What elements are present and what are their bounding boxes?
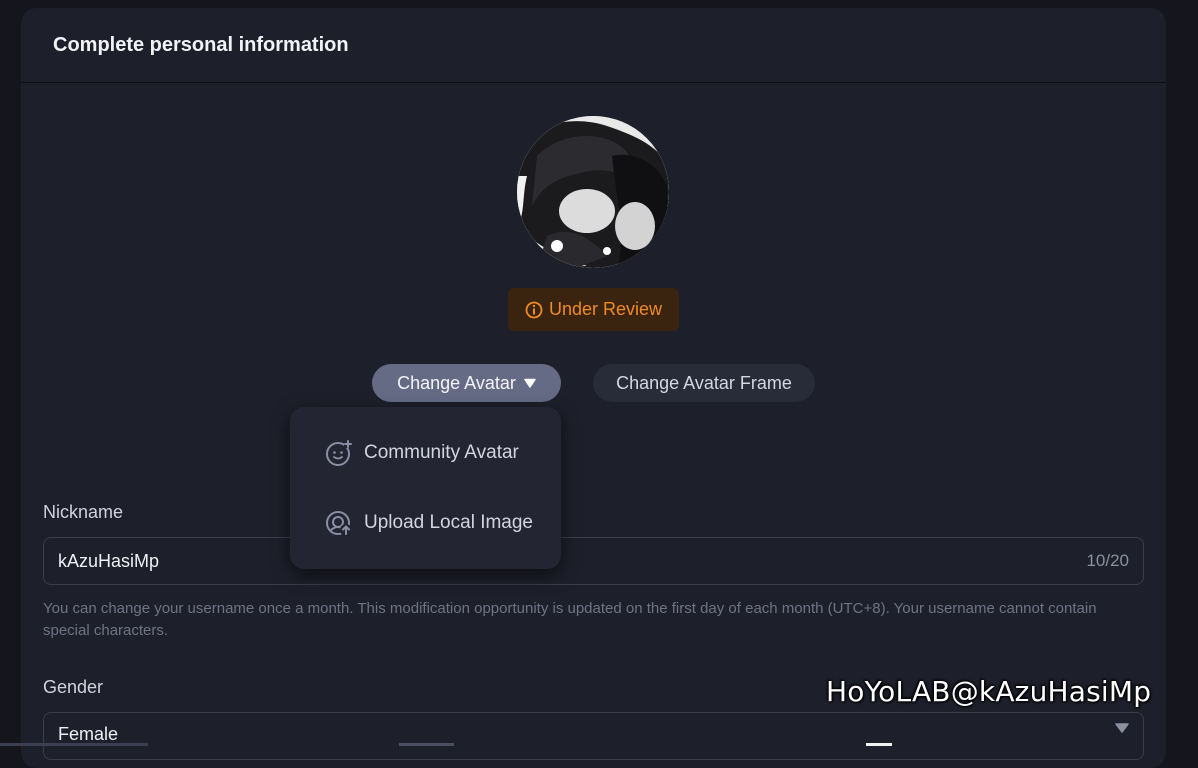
chevron-down-icon <box>524 378 536 388</box>
page-title: Complete personal information <box>53 33 349 56</box>
nickname-counter: 10/20 <box>1086 551 1129 570</box>
nickname-label: Nickname <box>43 502 124 522</box>
info-icon <box>525 301 543 318</box>
nickname-hint: You can change your username once a mont… <box>43 600 1097 639</box>
chevron-down-icon <box>1115 723 1129 733</box>
menu-item-label: Community Avatar <box>364 442 519 463</box>
change-avatar-frame-label: Change Avatar Frame <box>616 372 792 393</box>
community-avatar-icon <box>326 440 352 466</box>
panel-header: Complete personal information <box>21 8 1166 83</box>
profile-panel: Complete personal information Under Revi… <box>21 8 1166 768</box>
nickname-value: kAzuHasiMp <box>58 550 160 571</box>
menu-item-upload-local-image[interactable]: Upload Local Image <box>290 498 561 548</box>
watermark: HoYoLAB@kAzuHasiMp <box>826 675 1152 708</box>
gender-label: Gender <box>43 677 104 697</box>
avatar-dropdown-menu: Community Avatar Upload Local Image <box>290 407 561 569</box>
gender-select[interactable]: Female <box>43 712 1144 760</box>
upload-image-icon <box>326 511 352 536</box>
menu-item-label: Upload Local Image <box>364 512 533 533</box>
gender-value: Female <box>58 723 119 744</box>
change-avatar-frame-button[interactable]: Change Avatar Frame <box>593 364 815 402</box>
menu-item-community-avatar[interactable]: Community Avatar <box>290 428 561 478</box>
nickname-field[interactable]: kAzuHasiMp 10/20 <box>43 537 1144 585</box>
status-badge-text: Under Review <box>548 299 663 319</box>
change-avatar-button[interactable]: Change Avatar <box>372 364 561 402</box>
status-badge: Under Review <box>508 288 679 331</box>
avatar[interactable] <box>517 116 669 268</box>
avatar-image <box>517 116 669 268</box>
change-avatar-label: Change Avatar <box>397 372 516 393</box>
